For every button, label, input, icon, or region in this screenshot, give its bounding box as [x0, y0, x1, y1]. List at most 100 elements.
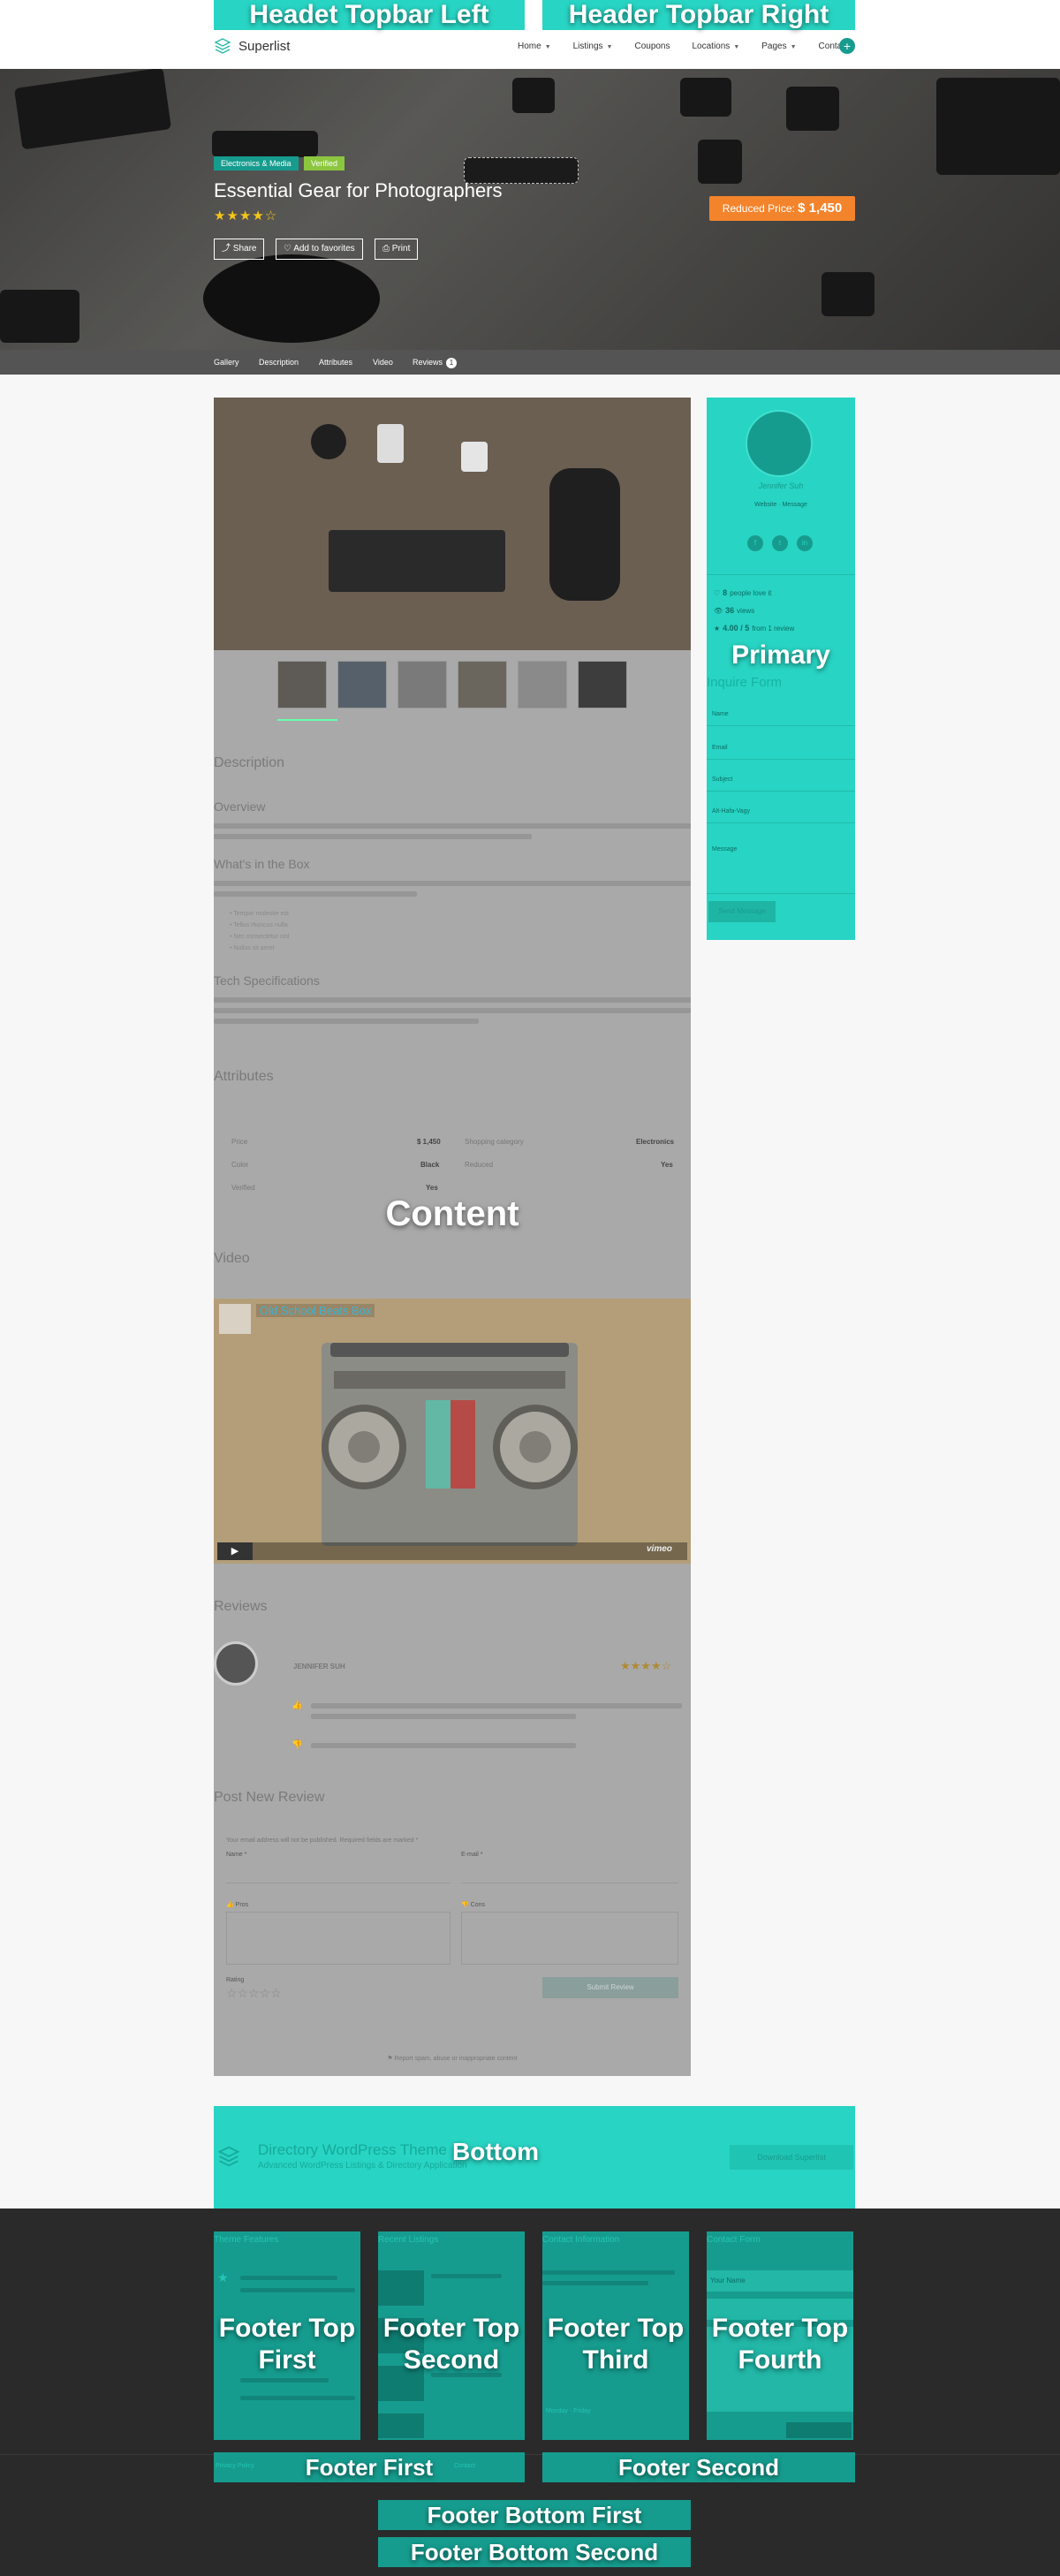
thumbs-down-icon: 👎: [292, 1740, 303, 1750]
list-item: • Nec consectetur nisl: [230, 934, 290, 940]
hero-banner: [0, 69, 1060, 350]
star-icon: ★: [217, 2270, 229, 2284]
share-button[interactable]: ⤴ Share: [214, 239, 265, 260]
recent-listing-thumb[interactable]: [378, 2270, 424, 2306]
inquire-email-input[interactable]: Email: [707, 737, 855, 760]
send-message-button[interactable]: Send Message: [708, 901, 776, 922]
verified-badge: Verified: [304, 156, 345, 170]
print-button[interactable]: ⎙ Print: [375, 239, 419, 260]
hero-overlay: [0, 69, 1060, 350]
footer-top-third-title: Contact Information: [542, 2235, 620, 2245]
tech-specs-heading: Tech Specifications: [214, 974, 320, 988]
divider: [707, 574, 855, 575]
gallery-main-image[interactable]: [214, 398, 691, 650]
star-icon: ★: [714, 625, 721, 633]
bottom-title: Directory WordPress Theme: [258, 2141, 447, 2158]
footer-top-second: Recent Listings Footer Top Second: [378, 2231, 525, 2440]
author-links[interactable]: Website · Message: [707, 502, 855, 508]
name-label: Name *: [226, 1852, 247, 1858]
add-listing-button[interactable]: +: [839, 38, 855, 54]
review-stars: ★★★★☆: [620, 1659, 672, 1672]
inquire-subject-input[interactable]: Subject: [707, 769, 855, 792]
submit-review-button[interactable]: Submit Review: [542, 1977, 678, 1998]
video-player[interactable]: Old School Beats Box ▶ vimeo: [214, 1299, 691, 1564]
inquire-name-input[interactable]: Name: [707, 703, 855, 726]
footer-bottom-first-label: Footer Bottom First: [427, 2502, 642, 2528]
nav-item-home[interactable]: Home ▼: [518, 42, 551, 51]
download-button[interactable]: Download Superlist: [730, 2145, 853, 2170]
footer-link-privacy[interactable]: Privacy Policy: [216, 2463, 254, 2469]
rating-input[interactable]: ☆☆☆☆☆: [226, 1986, 282, 2001]
video-title[interactable]: Old School Beats Box: [256, 1304, 375, 1317]
rating-label: Rating: [226, 1977, 245, 1983]
footer-link-contact[interactable]: Contact: [454, 2463, 475, 2469]
attribute-value: $ 1,450: [417, 1138, 441, 1146]
inquire-date-input[interactable]: Alt-Hafa-Vagy: [707, 800, 855, 823]
inquire-form-title: Inquire Form: [707, 675, 783, 690]
review-count-badge: 1: [446, 358, 458, 368]
footer-top-first: Theme Features ★ Footer Top First: [214, 2231, 360, 2440]
author-name[interactable]: Jennifer Suh: [707, 481, 855, 490]
pros-textarea[interactable]: [226, 1912, 450, 1965]
email-input[interactable]: [461, 1860, 678, 1883]
gallery-thumb[interactable]: [398, 661, 447, 708]
footer-contact-send-button[interactable]: [786, 2422, 852, 2438]
tab-gallery[interactable]: Gallery: [214, 358, 239, 367]
nav-item-locations[interactable]: Locations ▼: [693, 42, 740, 51]
gallery-thumb[interactable]: [578, 661, 627, 708]
cons-textarea[interactable]: [461, 1912, 678, 1965]
tab-reviews[interactable]: Reviews 1: [413, 358, 458, 368]
tab-video[interactable]: Video: [373, 358, 393, 367]
whats-in-box-heading: What's in the Box: [214, 857, 310, 871]
name-input[interactable]: [226, 1860, 450, 1883]
brand-logo[interactable]: Superlist: [214, 35, 290, 57]
share-icon: ⤴: [222, 244, 233, 254]
overview-text: [214, 834, 532, 839]
nav-item-coupons[interactable]: Coupons: [634, 42, 670, 51]
list-item: • Tempor molestie est: [230, 911, 289, 917]
footer-top-third: Contact Information Monday - Friday Foot…: [542, 2231, 689, 2440]
nav-item-pages[interactable]: Pages ▼: [761, 42, 796, 51]
play-button[interactable]: ▶: [217, 1542, 253, 1560]
gallery-thumb[interactable]: [277, 661, 327, 708]
overview-text: [214, 823, 691, 829]
bottom-subtitle: Advanced WordPress Listings & Directory …: [258, 2161, 467, 2171]
footer-second-label: Footer Second: [617, 2454, 779, 2481]
bottom-region: Directory WordPress Theme Advanced WordP…: [214, 2106, 855, 2209]
post-review-heading: Post New Review: [214, 1790, 325, 1805]
review-cons: [311, 1743, 576, 1748]
author-avatar[interactable]: [746, 410, 813, 477]
add-favorites-button[interactable]: ♡ Add to favorites: [276, 239, 363, 260]
tab-attributes[interactable]: Attributes: [319, 358, 352, 367]
nav-item-listings[interactable]: Listings ▼: [573, 42, 613, 51]
overview-heading: Overview: [214, 799, 266, 814]
boombox-controls: [334, 1371, 565, 1389]
recent-listing-thumb[interactable]: [378, 2413, 424, 2438]
gallery-thumb[interactable]: [458, 661, 507, 708]
category-badge[interactable]: Electronics & Media: [214, 156, 299, 170]
boombox-stripe: [426, 1400, 450, 1489]
footer-top-first-label: Footer Top First: [218, 2314, 356, 2375]
flag-icon: ⚑: [387, 2056, 395, 2062]
inquire-message-textarea[interactable]: Message: [707, 839, 855, 894]
header-topbar-left: Headet Topbar Left: [214, 0, 525, 30]
footer-top-second-title: Recent Listings: [378, 2235, 439, 2245]
layers-icon: [217, 2146, 240, 2167]
footer-contact-name-input[interactable]: Your Name: [707, 2270, 853, 2292]
gallery-thumb[interactable]: [337, 661, 387, 708]
facebook-icon[interactable]: f: [747, 535, 763, 551]
footer-top-fourth: Contact Form Your Name Footer Top Fourth: [707, 2231, 853, 2440]
print-icon: ⎙: [382, 244, 392, 254]
chevron-down-icon: ▼: [544, 43, 551, 50]
twitter-icon[interactable]: t: [772, 535, 788, 551]
review-pros: [311, 1714, 576, 1719]
review-pros: [311, 1703, 682, 1708]
tab-description[interactable]: Description: [259, 358, 299, 367]
vimeo-logo[interactable]: vimeo: [647, 1544, 672, 1554]
linkedin-icon[interactable]: in: [797, 535, 813, 551]
report-note[interactable]: ⚑ Report spam, abuse or inappropriate co…: [214, 2055, 691, 2062]
video-boombox-illustration: [322, 1343, 578, 1546]
gallery-thumb[interactable]: [518, 661, 567, 708]
footer-first: Privacy Policy Contact Footer First: [214, 2452, 525, 2482]
video-channel-avatar[interactable]: [219, 1304, 251, 1334]
